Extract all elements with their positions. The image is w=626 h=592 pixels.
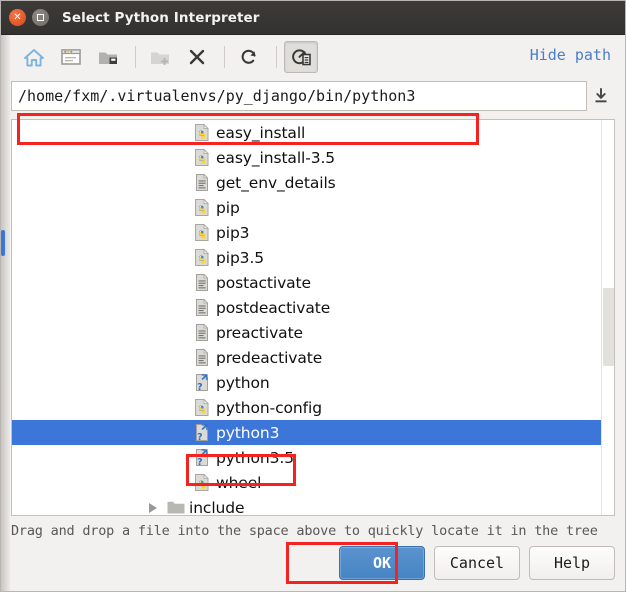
python-file-icon [193, 123, 211, 142]
path-input[interactable]: /home/fxm/.virtualenvs/py_django/bin/pyt… [11, 81, 587, 111]
download-arrow-icon[interactable] [587, 81, 615, 111]
symlink-file-icon: ? [193, 373, 211, 393]
file-tree-row-label: postdeactivate [216, 298, 331, 317]
file-tree-row[interactable]: ? python3.5 [12, 445, 614, 470]
symlink-file-icon: ? [193, 448, 211, 468]
help-button[interactable]: Help [529, 546, 615, 580]
python-file-icon [193, 398, 211, 417]
text-file-icon [193, 173, 211, 192]
file-tree-row-label: pip [216, 198, 240, 217]
new-folder-icon[interactable] [143, 41, 177, 73]
text-file-icon [193, 298, 211, 317]
file-tree-row-label: get_env_details [216, 173, 336, 192]
file-tree-row[interactable]: python-config [12, 395, 614, 420]
path-row: /home/fxm/.virtualenvs/py_django/bin/pyt… [11, 81, 615, 111]
file-tree-row[interactable]: postactivate [12, 270, 614, 295]
folder-icon [166, 498, 185, 515]
path-input-value: /home/fxm/.virtualenvs/py_django/bin/pyt… [18, 87, 416, 105]
file-tree-row[interactable]: easy_install [12, 120, 614, 145]
file-tree-row[interactable]: pip [12, 195, 614, 220]
file-tree-row[interactable]: include [12, 495, 614, 515]
dialog-buttons: OK Cancel Help [339, 546, 615, 580]
python-file-icon [193, 148, 211, 167]
file-tree-row[interactable]: postdeactivate [12, 295, 614, 320]
svg-text:?: ? [197, 457, 203, 467]
toolbar-separator-1 [135, 46, 136, 68]
file-tree-row-label: postactivate [216, 273, 311, 292]
close-glyph: ✕ [13, 11, 22, 23]
delete-icon[interactable] [180, 41, 214, 73]
file-tree-row-label: preactivate [216, 323, 303, 342]
ok-button[interactable]: OK [339, 546, 425, 580]
svg-text:?: ? [197, 432, 203, 442]
text-file-icon [193, 323, 211, 342]
python-file-icon [193, 248, 211, 267]
maximize-glyph [37, 14, 44, 21]
cancel-button[interactable]: Cancel [434, 546, 520, 580]
svg-text:?: ? [197, 382, 203, 392]
file-tree-row-label: pip3.5 [216, 248, 265, 267]
home-icon[interactable] [17, 41, 51, 73]
file-tree-row-label: python3.5 [216, 448, 294, 467]
file-tree-row-label: python-config [216, 398, 322, 417]
drag-drop-hint: Drag and drop a file into the space abov… [11, 523, 598, 539]
file-tree-row[interactable]: get_env_details [12, 170, 614, 195]
expand-triangle-icon[interactable] [149, 502, 157, 513]
desktop-icon[interactable] [54, 41, 88, 73]
file-tree-row-label: python3 [216, 423, 280, 442]
text-file-icon [193, 273, 211, 292]
file-tree-row[interactable]: preactivate [12, 320, 614, 345]
dialog-body: Hide path /home/fxm/.virtualenvs/py_djan… [1, 35, 625, 591]
file-tree-scrollbar[interactable] [601, 120, 614, 515]
window-left-edge [1, 35, 10, 591]
file-tree-row[interactable]: ? python [12, 370, 614, 395]
file-tree-row[interactable]: predeactivate [12, 345, 614, 370]
file-tree-row[interactable]: wheel [12, 470, 614, 495]
file-tree-rows: easy_install easy_install-3.5 get_env_deta… [12, 120, 614, 515]
python-file-icon [193, 473, 211, 492]
file-tree-row-label: include [189, 498, 245, 516]
text-file-icon [193, 348, 211, 367]
file-tree-row-label: easy_install [216, 123, 306, 142]
hide-path-link[interactable]: Hide path [530, 46, 611, 64]
toolbar-separator-3 [276, 46, 277, 68]
file-tree-row-label: pip3 [216, 223, 250, 242]
maximize-icon[interactable] [32, 9, 49, 26]
symlink-file-icon: ? [193, 423, 211, 443]
python-file-icon [193, 198, 211, 217]
toolbar-separator-2 [224, 46, 225, 68]
window-title: Select Python Interpreter [62, 9, 260, 26]
select-python-interpreter-dialog: ✕ Select Python Interpreter Hide path /h… [0, 0, 626, 592]
file-tree-row[interactable]: ? python3 [12, 420, 614, 445]
file-tree-row-label: predeactivate [216, 348, 323, 367]
refresh-icon[interactable] [232, 41, 266, 73]
file-tree-row-label: easy_install-3.5 [216, 148, 336, 167]
file-tree-row[interactable]: easy_install-3.5 [12, 145, 614, 170]
file-tree[interactable]: easy_install easy_install-3.5 get_env_deta… [11, 119, 615, 516]
file-tree-row[interactable]: pip3.5 [12, 245, 614, 270]
folder-drive-icon[interactable] [91, 41, 125, 73]
show-hidden-icon[interactable] [284, 41, 318, 73]
toolbar: Hide path [11, 35, 615, 79]
file-tree-row-label: wheel [216, 473, 262, 492]
python-file-icon [193, 223, 211, 242]
file-tree-row-label: python [216, 373, 270, 392]
close-icon[interactable]: ✕ [9, 9, 26, 26]
titlebar: ✕ Select Python Interpreter [1, 1, 625, 35]
left-selection-marker [1, 230, 5, 256]
file-tree-scrollbar-thumb[interactable] [603, 288, 614, 366]
file-tree-row[interactable]: pip3 [12, 220, 614, 245]
